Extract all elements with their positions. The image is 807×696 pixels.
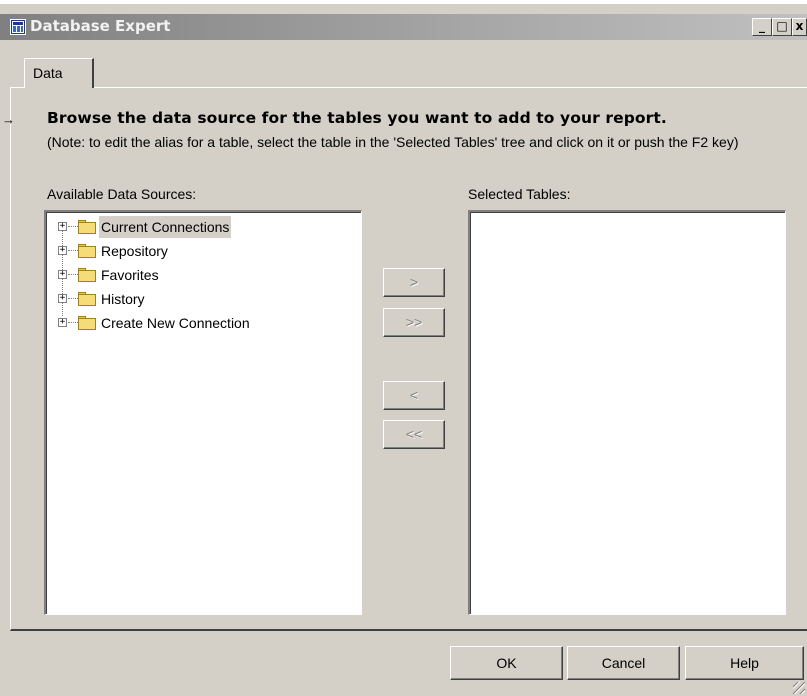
- minimize-button[interactable]: _: [752, 18, 772, 36]
- panel-note: (Note: to edit the alias for a table, se…: [47, 134, 739, 150]
- available-data-sources-label: Available Data Sources:: [47, 186, 197, 202]
- selected-tables-label: Selected Tables:: [468, 186, 571, 202]
- cancel-button[interactable]: Cancel: [567, 646, 680, 680]
- folder-icon: [78, 244, 96, 258]
- expand-icon[interactable]: +: [58, 294, 67, 303]
- help-button[interactable]: Help: [685, 646, 804, 680]
- selected-tables-tree[interactable]: [468, 210, 786, 615]
- tree-item-label: Current Connections: [99, 216, 232, 238]
- available-data-sources-tree[interactable]: + Current Connections + Repository + Fav…: [44, 210, 362, 615]
- remove-table-button[interactable]: <: [383, 381, 445, 410]
- app-icon: [10, 19, 26, 35]
- title-bar[interactable]: Database Expert _ □ x: [0, 14, 807, 40]
- arrow-marker-icon: →: [2, 112, 15, 127]
- expand-icon[interactable]: +: [58, 246, 67, 255]
- remove-all-tables-button[interactable]: <<: [383, 420, 445, 449]
- resize-grip-icon[interactable]: [793, 682, 805, 694]
- expand-icon[interactable]: +: [58, 318, 67, 327]
- ok-button[interactable]: OK: [450, 646, 563, 680]
- tab-data[interactable]: Data: [24, 58, 94, 88]
- folder-icon: [78, 220, 96, 234]
- folder-icon: [78, 268, 96, 282]
- add-all-tables-button[interactable]: >>: [383, 308, 445, 337]
- maximize-button[interactable]: □: [772, 18, 792, 36]
- add-table-button[interactable]: >: [383, 268, 445, 297]
- tree-item-label: Repository: [101, 243, 168, 259]
- window-title: Database Expert: [30, 17, 171, 35]
- expand-icon[interactable]: +: [58, 222, 67, 231]
- expand-icon[interactable]: +: [58, 270, 67, 279]
- tree-item-label: Favorites: [101, 267, 159, 283]
- tree-item-label: Create New Connection: [101, 315, 250, 331]
- folder-icon: [78, 292, 96, 306]
- folder-icon: [78, 316, 96, 330]
- panel-heading: Browse the data source for the tables yo…: [47, 109, 667, 127]
- tree-item-label: History: [101, 291, 145, 307]
- close-button[interactable]: x: [792, 18, 807, 36]
